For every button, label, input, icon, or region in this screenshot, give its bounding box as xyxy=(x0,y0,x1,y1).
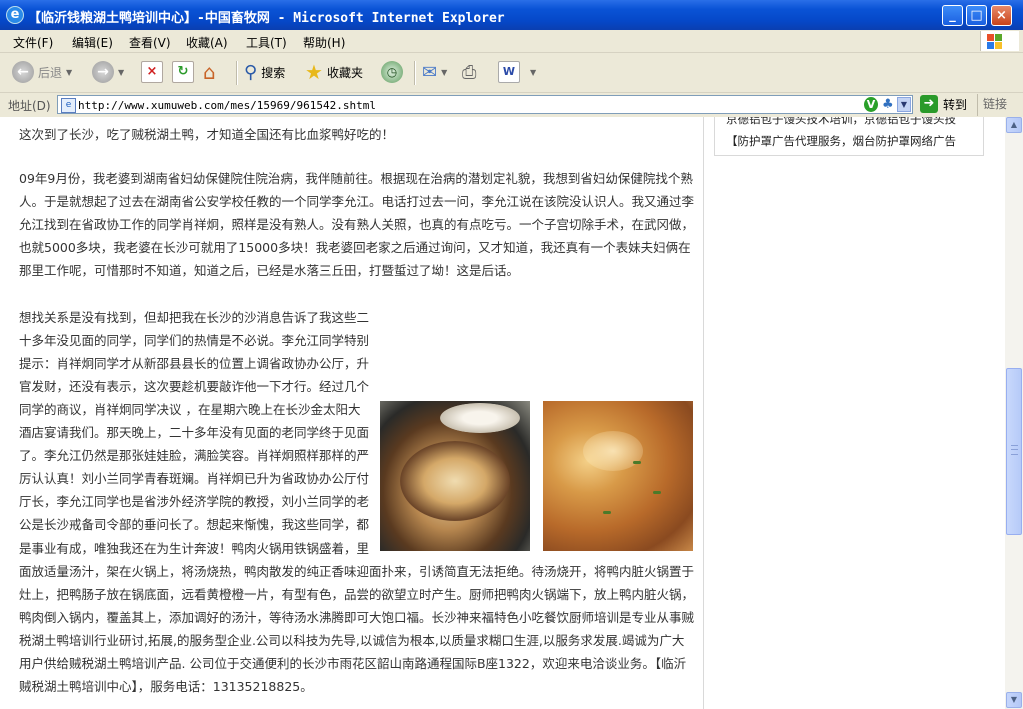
page-icon: e xyxy=(61,98,76,113)
separator xyxy=(236,61,238,85)
address-url[interactable]: http://www.xumuweb.com/mes/15969/961542.… xyxy=(78,99,376,112)
garnish xyxy=(603,510,611,514)
edit-button[interactable]: W ▼ xyxy=(498,59,536,85)
mail-icon: ✉ xyxy=(422,61,438,83)
close-button[interactable]: × xyxy=(991,5,1012,26)
scroll-down-button[interactable]: ▼ xyxy=(1006,692,1022,708)
links-button[interactable]: 链接 xyxy=(977,94,1007,116)
chevron-down-icon: ▼ xyxy=(66,67,73,77)
back-button[interactable]: ← 后退 ▼ xyxy=(12,59,72,85)
printer-icon: ⎙ xyxy=(462,61,477,83)
chevron-down-icon: ▼ xyxy=(118,67,125,77)
article-paragraph: 09年9月份，我老婆到湖南省妇幼保健院住院治病，我伴随前往。根据现在治病的潜划定… xyxy=(19,171,695,279)
article-paragraph: 这次到了长沙，吃了贼税湖土鸭，才知道全国还有比血浆鸭好吃的！ xyxy=(19,127,395,142)
grip-icon xyxy=(1011,445,1018,455)
favorites-button[interactable]: ★ 收藏夹 xyxy=(305,59,363,85)
menu-tools[interactable]: 工具(T) xyxy=(246,34,287,51)
forward-arrow-icon: → xyxy=(92,61,114,83)
minimize-button[interactable]: _ xyxy=(942,5,963,26)
scroll-thumb[interactable] xyxy=(1006,368,1022,535)
print-button[interactable]: ⎙ xyxy=(462,59,476,85)
garnish xyxy=(653,490,661,494)
go-arrow-icon: ➜ xyxy=(920,95,938,113)
address-input[interactable]: e http://www.xumuweb.com/mes/15969/96154… xyxy=(57,95,913,114)
menu-edit[interactable]: 编辑(E) xyxy=(72,34,113,51)
go-label: 转到 xyxy=(943,97,968,112)
highlight xyxy=(583,430,643,471)
image-group xyxy=(380,400,693,553)
scroll-up-button[interactable]: ▲ xyxy=(1006,117,1022,133)
stop-button[interactable]: × xyxy=(141,59,163,85)
go-button[interactable]: ➜ 转到 xyxy=(920,95,967,113)
windows-logo-icon xyxy=(980,31,1019,51)
history-button[interactable]: ◷ xyxy=(381,59,403,85)
separator xyxy=(414,61,416,85)
toolbar: ← 后退 ▼ → ▼ × ↻ ⌂ ⚲ 搜索 ★ 收藏夹 ◷ ✉ ▼ ⎙ W ▼ xyxy=(0,53,1023,93)
refresh-icon: ↻ xyxy=(172,61,194,83)
back-label: 后退 xyxy=(38,65,63,80)
search-button[interactable]: ⚲ 搜索 xyxy=(244,59,285,85)
menu-help[interactable]: 帮助(H) xyxy=(303,34,345,51)
search-label: 搜索 xyxy=(261,65,286,80)
food-image-dumplings[interactable] xyxy=(380,400,530,551)
sidebar-link[interactable]: 京德铝包子馒头技术培训，京德铝包子馒头技 xyxy=(726,117,980,127)
chevron-down-icon: ▼ xyxy=(441,67,448,77)
sidebar-link[interactable]: 【防护罩广告代理服务，烟台防护罩网络广告 xyxy=(726,133,980,149)
home-button[interactable]: ⌂ xyxy=(203,59,216,85)
verified-icon[interactable]: V xyxy=(864,97,878,112)
plate-rim xyxy=(440,402,520,433)
star-icon: ★ xyxy=(305,60,323,84)
menu-file[interactable]: 文件(F) xyxy=(13,34,53,51)
search-icon: ⚲ xyxy=(244,61,258,83)
chevron-down-icon: ▼ xyxy=(530,67,537,77)
vertical-scrollbar[interactable]: ▲ ▼ xyxy=(1005,117,1023,709)
column-divider xyxy=(703,117,704,709)
article: 这次到了长沙，吃了贼税湖土鸭，才知道全国还有比血浆鸭好吃的！ 09年9月份，我老… xyxy=(19,117,695,698)
mail-button[interactable]: ✉ ▼ xyxy=(422,59,447,85)
article-paragraph-with-images: 想找关系是没有找到，但却把我在长沙的沙消息告诉了我这些二十多年没见面的同学，同学… xyxy=(19,306,695,699)
favorites-label: 收藏夹 xyxy=(326,65,363,80)
title-bar: e 【临沂钱粮湖土鸭培训中心】-中国畜牧网 - Microsoft Intern… xyxy=(0,0,1023,30)
sidebar-box: 京德铝包子馒头技术培训，京德铝包子馒头技 【防护罩广告代理服务，烟台防护罩网络广… xyxy=(714,117,984,156)
plate xyxy=(400,440,510,521)
menu-view[interactable]: 查看(V) xyxy=(129,34,171,51)
addon-icon[interactable]: ♣ xyxy=(882,97,898,112)
maximize-button[interactable]: □ xyxy=(966,5,987,26)
forward-button[interactable]: → ▼ xyxy=(92,59,124,85)
window-title: 【临沂钱粮湖土鸭培训中心】-中国畜牧网 - Microsoft Internet… xyxy=(28,11,505,26)
address-bar: 地址(D) e http://www.xumuweb.com/mes/15969… xyxy=(0,93,1023,118)
stop-icon: × xyxy=(141,61,163,83)
food-image-pancake[interactable] xyxy=(543,400,693,551)
refresh-button[interactable]: ↻ xyxy=(172,59,194,85)
address-dropdown-button[interactable]: ▼ xyxy=(897,97,911,112)
home-icon: ⌂ xyxy=(203,60,216,84)
menu-bar: 文件(F) 编辑(E) 查看(V) 收藏(A) 工具(T) 帮助(H) xyxy=(0,30,1023,53)
garnish xyxy=(633,460,641,464)
back-arrow-icon: ← xyxy=(12,61,34,83)
ie-icon: e xyxy=(6,6,24,24)
word-icon: W xyxy=(498,61,520,83)
address-label: 地址(D) xyxy=(8,99,51,113)
history-icon: ◷ xyxy=(381,61,403,83)
page-content: 这次到了长沙，吃了贼税湖土鸭，才知道全国还有比血浆鸭好吃的！ 09年9月份，我老… xyxy=(0,117,1005,709)
menu-favorites[interactable]: 收藏(A) xyxy=(186,34,228,51)
